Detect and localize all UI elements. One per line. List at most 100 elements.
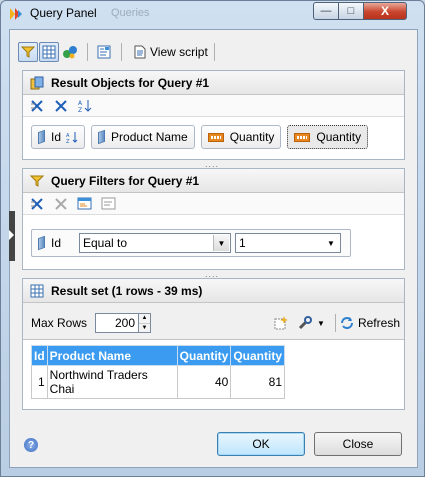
max-rows-input[interactable]: 200 (95, 313, 140, 333)
spinner-down-icon[interactable]: ▼ (139, 323, 151, 332)
result-object-id[interactable]: Id AZ (31, 125, 86, 149)
minimize-button[interactable]: — (313, 2, 339, 20)
column-header[interactable]: Quantity (230, 345, 286, 366)
background-window-title: Queries (111, 7, 150, 19)
sort-button[interactable]: AZ (75, 96, 95, 116)
result-object-quantity-selected[interactable]: Quantity (287, 125, 369, 149)
table-cell: Northwind Traders Chai (46, 365, 178, 399)
filter-toggle-button[interactable] (18, 42, 38, 62)
properties-icon (97, 45, 111, 59)
help-icon[interactable]: ? (24, 438, 38, 452)
app-logo-icon (10, 8, 22, 20)
close-button[interactable]: Close (314, 432, 402, 456)
grid-icon (29, 283, 45, 299)
result-set-header: Result set (1 rows - 39 ms) (23, 279, 404, 303)
refresh-button[interactable]: Refresh (340, 316, 400, 330)
result-objects-list: Id AZ Product Name Quantity Quantity (23, 117, 404, 157)
preview-sparkle-icon (274, 316, 288, 330)
sort-az-icon: AZ (78, 99, 92, 113)
max-rows-label: Max Rows (31, 316, 88, 330)
script-icon (134, 45, 146, 59)
remove-all-icon (31, 99, 43, 112)
remove-all-objects-button[interactable] (27, 96, 47, 116)
properties-button[interactable] (94, 42, 114, 62)
measure-icon (294, 132, 311, 142)
dimension-icon (38, 129, 45, 145)
toolbar-separator (334, 314, 336, 332)
maximize-button[interactable]: □ (338, 2, 364, 20)
filter-value-input[interactable]: 1 ▼ (235, 233, 341, 253)
result-objects-panel: Result Objects for Query #1 AZ Id A Z Pr… (22, 70, 405, 160)
filter-value: 1 (239, 236, 246, 250)
table-cell: 40 (176, 365, 232, 399)
subquery-icon (77, 197, 92, 209)
dimension-icon (38, 235, 45, 251)
dialog-client-area: View script Result Objects for Query #1 (9, 29, 418, 468)
wrench-icon (298, 316, 312, 330)
column-header[interactable]: Id (31, 345, 48, 366)
table-row[interactable]: 1 Northwind Traders Chai 40 81 (31, 365, 286, 399)
query-filters-panel: Query Filters for Query #1 Id Equal to ▼… (22, 168, 405, 270)
toolbar-separator (87, 43, 88, 61)
sort-ascending-icon: AZ (66, 131, 78, 143)
window-title: Query Panel (30, 6, 97, 20)
grid-toggle-button[interactable] (39, 42, 59, 62)
result-object-label: Product Name (111, 130, 188, 144)
column-header[interactable]: Product Name (46, 345, 178, 366)
ok-button[interactable]: OK (217, 432, 305, 456)
chevron-down-icon: ▼ (317, 318, 325, 328)
funnel-icon (21, 46, 35, 58)
svg-text:Z: Z (66, 139, 70, 143)
query-filters-title: Query Filters for Query #1 (51, 173, 200, 188)
view-script-button[interactable]: View script (134, 45, 208, 59)
refresh-icon (340, 317, 353, 329)
collapse-side-panel-handle[interactable] (9, 211, 15, 261)
result-set-panel: Result set (1 rows - 39 ms) Max Rows 200… (22, 278, 405, 410)
table-cell: 81 (230, 365, 286, 399)
title-bar[interactable]: Query Panel Queries — □ X (1, 1, 424, 27)
refresh-label: Refresh (357, 316, 400, 330)
result-object-quantity[interactable]: Quantity (200, 125, 282, 149)
table-cell: 1 (31, 365, 48, 399)
column-header[interactable]: Quantity (176, 345, 232, 366)
result-object-label: Quantity (229, 130, 275, 144)
max-rows-control: Max Rows 200 ▲ ▼ (31, 313, 152, 333)
view-script-label: View script (150, 45, 208, 59)
query-filters-header: Query Filters for Query #1 (23, 169, 404, 193)
grid-icon (42, 45, 56, 59)
add-subquery-button[interactable] (75, 194, 95, 214)
ranking-icon (101, 197, 116, 209)
max-rows-spinner[interactable]: ▲ ▼ (139, 313, 152, 333)
result-objects-title: Result Objects for Query #1 (51, 75, 210, 90)
data-preview-button[interactable] (271, 313, 291, 333)
result-object-product-name[interactable]: Product Name (91, 125, 195, 149)
remove-all-filters-button[interactable] (27, 194, 47, 214)
svg-text:A: A (78, 100, 83, 107)
combined-query-button[interactable] (60, 42, 80, 62)
operator-value: Equal to (83, 236, 128, 250)
remove-icon (55, 197, 67, 210)
result-objects-header: Result Objects for Query #1 (23, 71, 404, 95)
query-panel-window: Query Panel Queries — □ X View script Re… (0, 0, 425, 477)
svg-text:Z: Z (78, 107, 82, 113)
result-set-title: Result set (1 rows - 39 ms) (51, 283, 203, 298)
remove-filter-button[interactable] (51, 194, 71, 214)
toolbar-separator (121, 43, 122, 61)
add-ranking-button[interactable] (99, 194, 119, 214)
chevron-down-icon: ▼ (323, 235, 339, 251)
remove-icon (55, 99, 67, 112)
result-objects-toolbar: AZ (23, 95, 404, 117)
result-set-toolbar: ▼ Refresh (271, 313, 400, 333)
remove-object-button[interactable] (51, 96, 71, 116)
close-window-button[interactable]: X (363, 2, 407, 20)
dimension-icon (98, 129, 106, 145)
result-table: Id Product Name Quantity Quantity 1 Nort… (31, 345, 286, 399)
chevron-down-icon: ▼ (213, 235, 229, 251)
result-object-label: Quantity (316, 130, 362, 144)
spinner-up-icon[interactable]: ▲ (139, 314, 151, 324)
main-toolbar: View script (18, 40, 221, 64)
result-objects-icon (29, 75, 45, 91)
operator-select[interactable]: Equal to ▼ (79, 233, 231, 253)
tools-dropdown-button[interactable]: ▼ (295, 313, 327, 333)
table-header-row: Id Product Name Quantity Quantity (31, 345, 286, 366)
